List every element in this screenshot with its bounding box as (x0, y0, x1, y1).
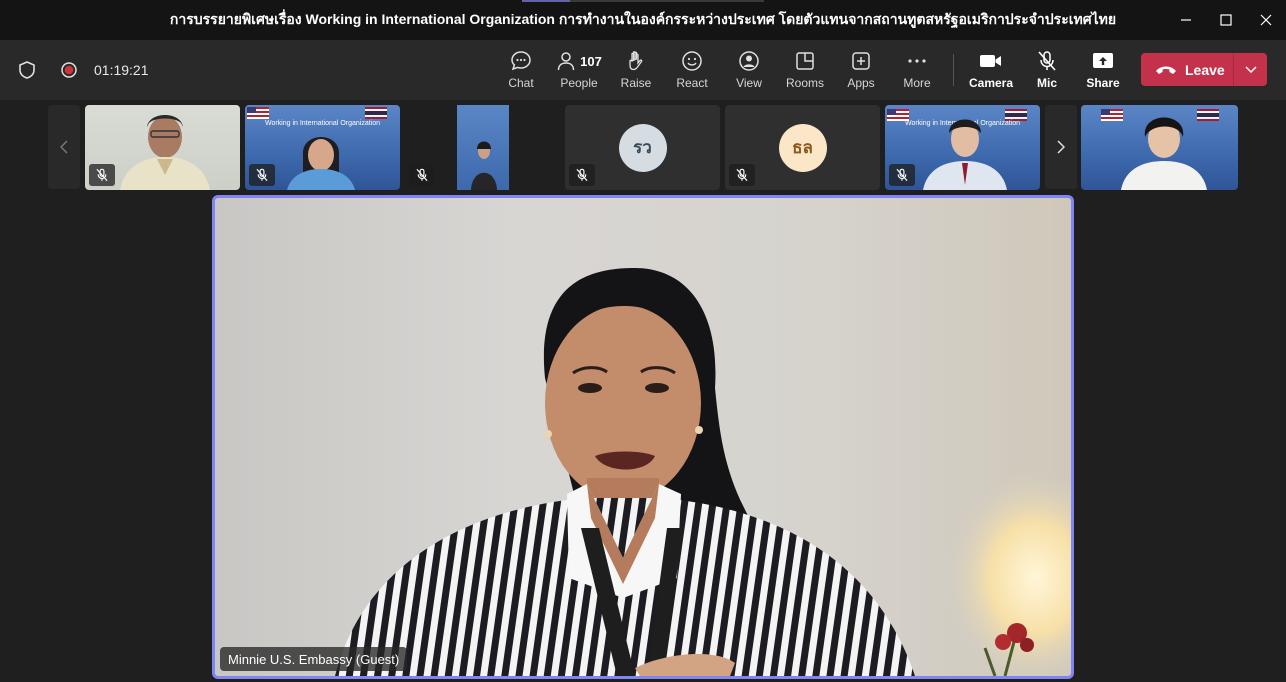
view-label: View (736, 76, 762, 90)
muted-indicator (249, 164, 275, 186)
minimize-icon (1181, 19, 1191, 21)
strip-prev-button[interactable] (48, 105, 80, 189)
shield-icon[interactable] (18, 60, 36, 80)
people-count: 107 (580, 53, 602, 69)
people-icon (557, 52, 575, 71)
mic-off-icon (576, 168, 588, 182)
mic-button[interactable]: Mic (1033, 48, 1061, 94)
window-title: การบรรยายพิเศษเรื่อง Working in Internat… (169, 11, 1117, 27)
view-button[interactable]: View (733, 48, 765, 94)
chat-button[interactable]: Chat (505, 48, 537, 94)
toolbar-divider (953, 54, 954, 86)
people-button[interactable]: 107 People (556, 48, 602, 94)
rooms-label: Rooms (786, 76, 825, 90)
participant-tile[interactable]: Working in International Organization (245, 105, 400, 190)
participant-tile[interactable] (1081, 105, 1238, 190)
view-icon (739, 51, 759, 71)
camera-button[interactable]: Camera (968, 48, 1014, 94)
mic-off-icon (736, 168, 748, 182)
leave-button-group: Leave (1141, 53, 1267, 86)
mic-off-icon (96, 168, 108, 182)
raise-hand-icon (629, 51, 643, 71)
apps-label: Apps (847, 76, 875, 90)
camera-label: Camera (968, 76, 1014, 90)
close-icon (1260, 14, 1272, 26)
share-label: Share (1086, 76, 1120, 90)
share-screen-icon (1093, 53, 1113, 68)
smile-icon (682, 51, 702, 71)
participant-video (457, 105, 509, 190)
hang-up-icon (1156, 66, 1176, 74)
leave-button[interactable]: Leave (1141, 53, 1233, 86)
chat-label: Chat (508, 76, 534, 90)
muted-indicator (889, 164, 915, 186)
chevron-left-icon (60, 140, 68, 154)
loading-bar (522, 0, 764, 2)
participant-video (1121, 117, 1207, 190)
speaker-name-tag: Minnie U.S. Embassy (Guest) (220, 647, 408, 671)
maximize-button[interactable] (1206, 0, 1246, 40)
minimize-button[interactable] (1166, 0, 1206, 40)
participant-tile[interactable] (405, 105, 560, 190)
maximize-icon (1220, 14, 1232, 26)
avatar: ธล (778, 123, 827, 172)
participant-tile[interactable] (85, 105, 240, 190)
share-button[interactable]: Share (1086, 48, 1120, 94)
speaker-video (335, 268, 1071, 676)
participant-tile[interactable]: ธล (725, 105, 880, 190)
muted-indicator (409, 164, 435, 186)
recording-icon (61, 62, 77, 78)
react-label: React (676, 76, 708, 90)
raise-hand-button[interactable]: Raise (620, 48, 652, 94)
mic-off-icon (256, 168, 268, 182)
meeting-toolbar: 01:19:21 Chat 107 People Raise React Vie… (0, 40, 1286, 100)
muted-indicator (89, 164, 115, 186)
mic-label: Mic (1036, 76, 1057, 90)
apps-button[interactable]: Apps (846, 48, 876, 94)
muted-indicator (729, 164, 755, 186)
avatar: รว (618, 123, 667, 172)
people-label: People (560, 76, 598, 90)
mic-off-icon (1038, 51, 1056, 71)
title-bar: การบรรยายพิเศษเรื่อง Working in Internat… (0, 0, 1286, 40)
participant-tile[interactable]: Working in International Organization (885, 105, 1040, 190)
rooms-button[interactable]: Rooms (786, 48, 825, 94)
mic-off-icon (896, 168, 908, 182)
camera-icon (980, 55, 1001, 67)
strip-next-button[interactable] (1045, 105, 1077, 189)
more-button[interactable]: More (902, 48, 932, 94)
main-video-stage[interactable]: Minnie U.S. Embassy (Guest) (212, 195, 1074, 679)
rooms-icon (796, 52, 814, 70)
meeting-timer: 01:19:21 (94, 62, 149, 78)
more-label: More (903, 76, 931, 90)
participant-tile[interactable]: รว (565, 105, 720, 190)
muted-indicator (569, 164, 595, 186)
mic-off-icon (416, 168, 428, 182)
raise-label: Raise (620, 76, 652, 90)
more-icon (908, 59, 926, 63)
leave-options-button[interactable] (1234, 65, 1267, 74)
react-button[interactable]: React (676, 48, 708, 94)
chat-icon (511, 51, 531, 71)
close-button[interactable] (1246, 0, 1286, 40)
add-icon (852, 52, 870, 70)
chevron-right-icon (1057, 140, 1065, 154)
chevron-down-icon (1244, 65, 1257, 73)
leave-label: Leave (1185, 61, 1225, 78)
